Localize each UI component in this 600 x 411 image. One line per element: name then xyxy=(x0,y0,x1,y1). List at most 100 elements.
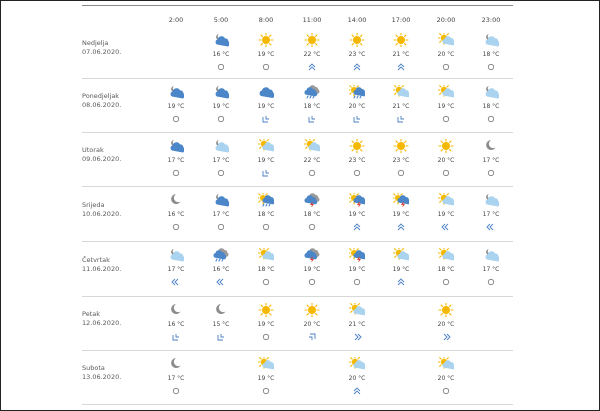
day-label: Srijeda 10.06.2020. xyxy=(82,201,121,219)
forecast-cell[interactable]: 19 °C xyxy=(381,193,421,233)
forecast-cell[interactable]: 19 °C xyxy=(246,33,286,73)
wind-north-icon xyxy=(396,63,406,71)
temperature: 21 °C xyxy=(392,51,410,58)
day-name: Ponedjeljak xyxy=(82,92,120,100)
sun-cloud-rain-icon xyxy=(349,85,365,99)
forecast-cell[interactable]: 17 °C xyxy=(156,248,196,288)
day-date: 13.06.2020. xyxy=(82,373,122,381)
cloud-storm-icon xyxy=(304,248,320,262)
forecast-cell[interactable]: 18 °C xyxy=(246,248,286,288)
forecast-cell[interactable]: 16 °C xyxy=(156,303,196,343)
temperature: 17 °C xyxy=(482,266,500,273)
temperature: 18 °C xyxy=(303,103,321,110)
sun-cloud-icon xyxy=(438,357,454,371)
temperature: 17 °C xyxy=(167,266,185,273)
forecast-cell[interactable]: 20 °C xyxy=(337,85,377,125)
wind-southwest-icon xyxy=(396,115,406,123)
forecast-cell[interactable]: 17 °C xyxy=(471,248,511,288)
forecast-cell[interactable]: 16 °C xyxy=(201,248,241,288)
forecast-cell[interactable]: 19 °C xyxy=(292,248,332,288)
forecast-cell[interactable]: 19 °C xyxy=(381,248,421,288)
forecast-cell[interactable]: 17 °C xyxy=(201,139,241,179)
forecast-cell[interactable]: 16 °C xyxy=(156,193,196,233)
temperature: 20 °C xyxy=(303,321,321,328)
sun-icon xyxy=(258,303,274,317)
forecast-cell[interactable]: 22 °C xyxy=(292,33,332,73)
temperature: 16 °C xyxy=(167,211,185,218)
day-date: 08.06.2020. xyxy=(82,101,122,109)
forecast-cell[interactable]: 18 °C xyxy=(292,85,332,125)
forecast-cell[interactable]: 20 °C xyxy=(426,357,466,397)
moon-icon xyxy=(483,139,499,153)
forecast-cell[interactable]: 19 °C xyxy=(246,139,286,179)
forecast-cell[interactable]: 22 °C xyxy=(292,139,332,179)
forecast-cell[interactable]: 18 °C xyxy=(471,85,511,125)
forecast-cell[interactable]: 19 °C xyxy=(337,248,377,288)
calm-icon xyxy=(486,278,496,286)
forecast-cell[interactable]: 20 °C xyxy=(426,139,466,179)
forecast-cell[interactable]: 21 °C xyxy=(381,33,421,73)
forecast-cell[interactable]: 23 °C xyxy=(337,33,377,73)
forecast-cell[interactable]: 23 °C xyxy=(337,139,377,179)
temperature: 23 °C xyxy=(348,157,366,164)
forecast-cell[interactable]: 17 °C xyxy=(156,357,196,397)
forecast-cell[interactable]: 18 °C xyxy=(426,248,466,288)
forecast-cell[interactable]: 18 °C xyxy=(471,33,511,73)
calm-icon xyxy=(216,223,226,231)
cloud-moon-icon xyxy=(168,139,184,153)
day-row: Četvrtak 11.06.2020. 17 °C 16 °C 18 °C 19 °C 1… xyxy=(82,243,513,297)
forecast-cell[interactable]: 17 °C xyxy=(156,139,196,179)
forecast-cell[interactable]: 19 °C xyxy=(246,357,286,397)
forecast-cell[interactable]: 19 °C xyxy=(426,193,466,233)
forecast-cell[interactable]: 21 °C xyxy=(381,85,421,125)
forecast-cell[interactable]: 17 °C xyxy=(201,193,241,233)
day-name: Četvrtak xyxy=(82,255,110,264)
sun-cloud-storm-icon xyxy=(349,193,365,207)
wind-north-icon xyxy=(352,387,362,395)
forecast-cell[interactable]: 20 °C xyxy=(292,303,332,343)
wind-southwest-icon xyxy=(261,115,271,123)
temperature: 17 °C xyxy=(212,157,230,164)
sun-cloud-icon xyxy=(393,85,409,99)
day-date: 09.06.2020. xyxy=(82,155,122,163)
forecast-cell[interactable]: 20 °C xyxy=(426,33,466,73)
calm-icon xyxy=(307,223,317,231)
forecast-cell[interactable]: 21 °C xyxy=(337,303,377,343)
hour-header-5: 17:00 xyxy=(391,16,411,24)
day-row: Srijeda 10.06.2020. 16 °C 17 °C 18 °C 18 °C 19… xyxy=(82,188,513,242)
calm-icon xyxy=(441,169,451,177)
wind-west-icon xyxy=(486,223,496,231)
temperature: 19 °C xyxy=(212,103,230,110)
temperature: 20 °C xyxy=(437,375,455,382)
forecast-cell[interactable]: 20 °C xyxy=(426,303,466,343)
sun-cloud-icon xyxy=(438,33,454,47)
wind-west-icon xyxy=(171,278,181,286)
forecast-cell[interactable]: 23 °C xyxy=(381,139,421,179)
forecast-cell[interactable]: 16 °C xyxy=(201,33,241,73)
forecast-cell[interactable]: 19 °C xyxy=(246,303,286,343)
forecast-cell[interactable]: 19 °C xyxy=(426,85,466,125)
forecast-cell[interactable]: 15 °C xyxy=(201,303,241,343)
temperature: 17 °C xyxy=(482,211,500,218)
day-date: 10.06.2020. xyxy=(82,209,122,218)
forecast-cell[interactable]: 19 °C xyxy=(156,85,196,125)
sun-cloud-icon xyxy=(258,248,274,262)
forecast-cell[interactable]: 19 °C xyxy=(201,85,241,125)
forecast-cell[interactable]: 19 °C xyxy=(246,85,286,125)
cloud-moon-light-icon xyxy=(213,139,229,153)
forecast-cell[interactable]: 18 °C xyxy=(292,193,332,233)
day-name: Petak xyxy=(82,310,100,318)
calm-icon xyxy=(216,63,226,71)
day-row: Utorak 09.06.2020. 17 °C 17 °C 19 °C 22 °C 23 … xyxy=(82,134,513,187)
calm-icon xyxy=(171,387,181,395)
forecast-cell[interactable]: 18 °C xyxy=(246,193,286,233)
calm-icon xyxy=(352,169,362,177)
temperature: 17 °C xyxy=(167,157,185,164)
forecast-cell[interactable]: 19 °C xyxy=(337,193,377,233)
forecast-cell[interactable]: 17 °C xyxy=(471,193,511,233)
forecast-cell[interactable]: 17 °C xyxy=(471,139,511,179)
cloud-rain-icon xyxy=(213,248,229,262)
temperature: 22 °C xyxy=(303,51,321,58)
forecast-cell[interactable]: 20 °C xyxy=(337,357,377,397)
temperature: 20 °C xyxy=(348,103,366,110)
